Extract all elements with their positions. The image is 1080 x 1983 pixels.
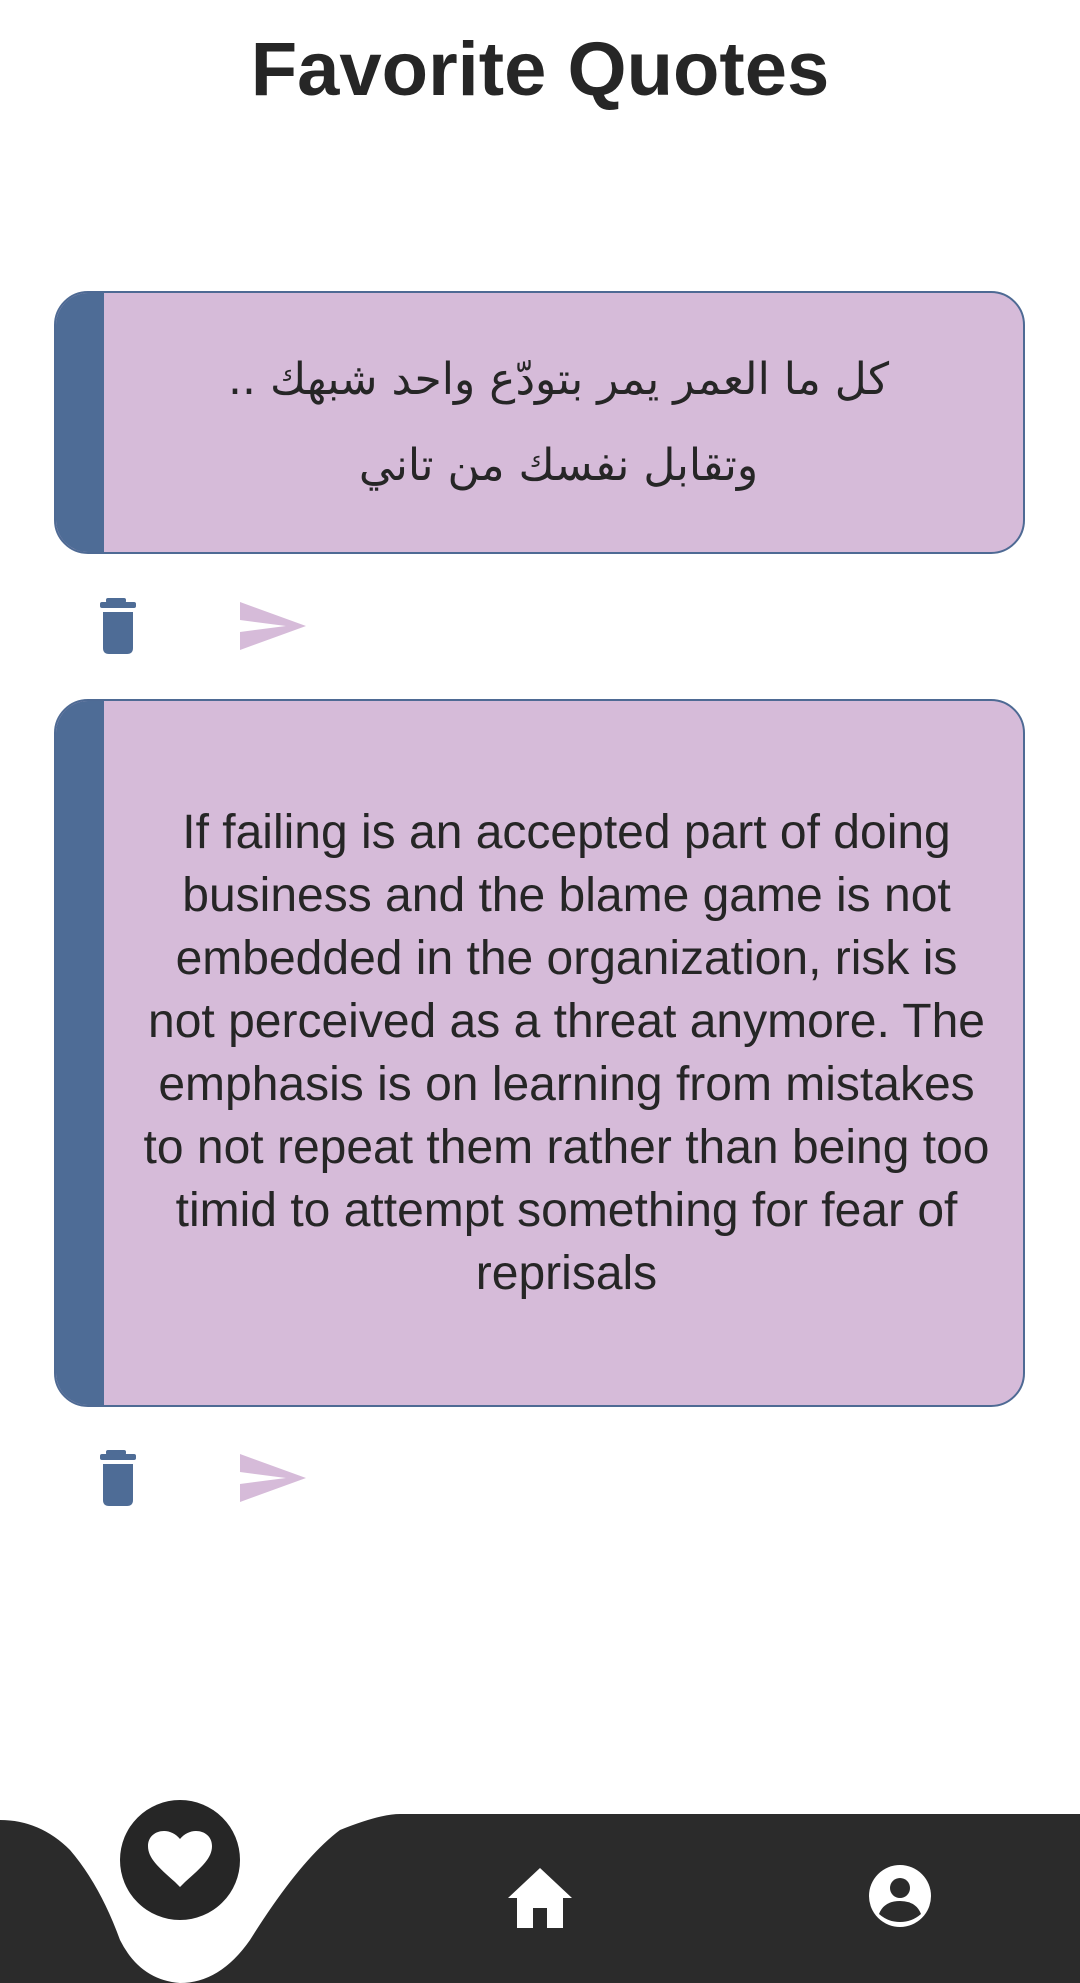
trash-icon (100, 1450, 136, 1506)
share-quote-button[interactable] (236, 594, 316, 660)
quote-text: If failing is an accepted part of doing … (143, 806, 990, 1300)
share-quote-button[interactable] (236, 1446, 316, 1512)
account-circle-icon (869, 1865, 931, 1927)
quote-card: If failing is an accepted part of doing … (54, 699, 1025, 1407)
quote-card-accent (56, 293, 104, 552)
delete-quote-button[interactable] (96, 1446, 156, 1512)
quote-actions (96, 594, 336, 664)
nav-profile-button[interactable] (862, 1858, 938, 1934)
nav-favorites-button[interactable] (120, 1800, 240, 1920)
delete-quote-button[interactable] (96, 594, 156, 660)
home-icon (508, 1868, 572, 1928)
quote-card: كل ما العمر يمر بتودّع واحد شبهك .. وتقا… (54, 291, 1025, 554)
nav-home-button[interactable] (500, 1860, 580, 1940)
heart-icon (148, 1831, 212, 1887)
send-icon (240, 1454, 306, 1502)
page-title: Favorite Quotes (250, 27, 830, 112)
send-icon (240, 602, 306, 650)
bottom-navigation (0, 1790, 1080, 1983)
trash-icon (100, 598, 136, 654)
quote-text: كل ما العمر يمر بتودّع واحد شبهك .. وتقا… (227, 353, 890, 491)
quote-card-accent (56, 701, 104, 1405)
quote-actions (96, 1446, 336, 1516)
